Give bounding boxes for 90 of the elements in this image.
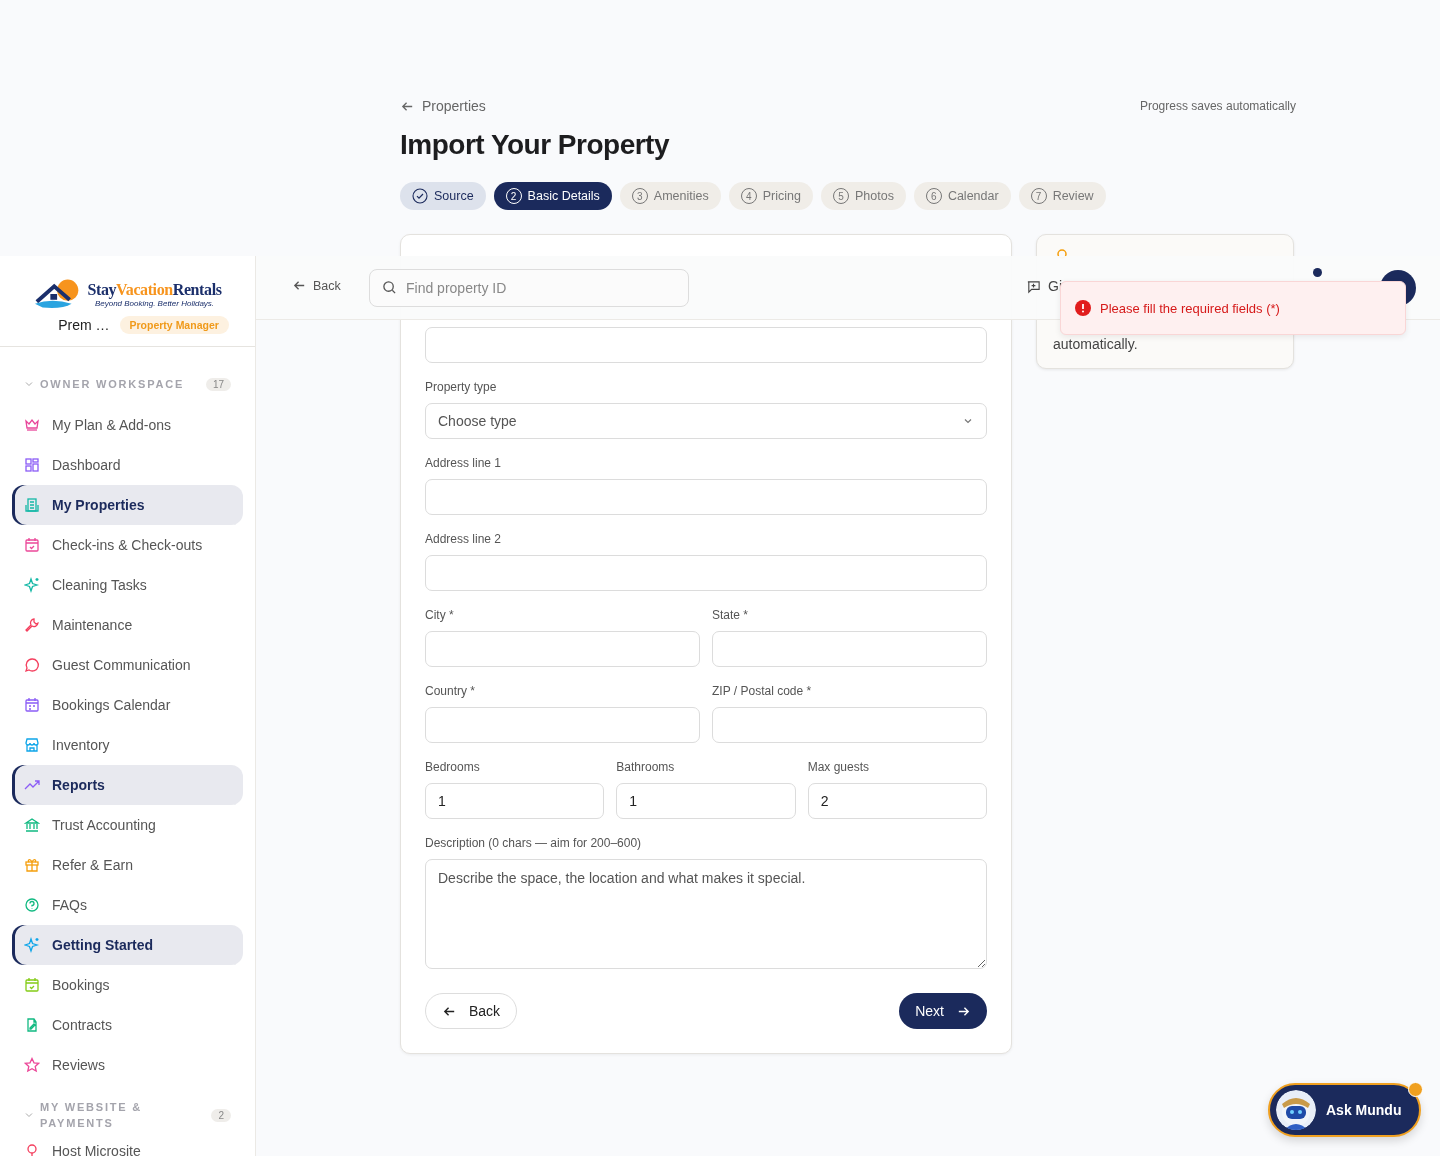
input-field[interactable] <box>425 707 700 743</box>
nav-item[interactable]: Dashboard <box>12 445 243 485</box>
field-label: Max guests <box>807 759 870 775</box>
nav-item[interactable]: Cleaning Tasks <box>12 565 243 605</box>
page-title: Import Your Property <box>400 128 671 162</box>
field-label: Property type <box>425 379 498 395</box>
nav-item[interactable]: Check-ins & Check-outs <box>12 525 243 565</box>
count-badge: 2 <box>211 1108 231 1122</box>
nav-item[interactable]: Maintenance <box>12 605 243 645</box>
message-plus-icon <box>1026 278 1041 294</box>
input-field[interactable] <box>425 555 987 591</box>
search-field[interactable]: Find property ID <box>369 269 689 307</box>
star-icon <box>24 1057 40 1073</box>
field-label: Country * <box>425 683 477 699</box>
bank-icon <box>24 817 40 833</box>
field-label: State * <box>712 607 750 623</box>
section-title: OWNER WORKSPACE <box>40 377 186 392</box>
step-tab[interactable]: 2 Basic Details <box>493 182 612 210</box>
field-label: ZIP / Postal code * <box>712 683 813 699</box>
user-name: Prem … <box>58 317 110 333</box>
nav-item[interactable]: Inventory <box>12 725 243 765</box>
pin-icon <box>24 1143 40 1156</box>
nav-item[interactable]: Refer & Earn <box>12 845 243 885</box>
nav-item[interactable]: FAQs <box>12 885 243 925</box>
input-field[interactable] <box>425 327 987 363</box>
input-field[interactable] <box>425 479 987 515</box>
grid-icon <box>24 457 40 473</box>
step-tab[interactable]: 4 Pricing <box>728 182 813 210</box>
wrench-icon <box>24 617 40 633</box>
select-field[interactable]: Choose type <box>425 403 987 439</box>
building-icon <box>24 497 40 513</box>
field-label: Address line 2 <box>425 531 503 547</box>
step-tab[interactable]: 6 Calendar <box>913 182 1011 210</box>
nav-item[interactable]: Getting Started <box>12 925 243 965</box>
toast-message: Please fill the required fields (*) <box>1100 300 1280 316</box>
step-tab[interactable]: 5 Photos <box>820 182 906 210</box>
info-text: automatically. <box>1053 336 1138 352</box>
search-icon <box>382 280 397 295</box>
autosave-note: Progress saves automatically <box>1139 99 1296 113</box>
step-tab[interactable]: Source <box>400 182 486 210</box>
logo-word: Vacation <box>116 280 173 298</box>
store-icon <box>24 737 40 753</box>
count-badge: 17 <box>205 377 231 391</box>
input-field[interactable] <box>712 631 987 667</box>
gift-icon <box>24 857 40 873</box>
nav-item[interactable]: Host Microsite <box>12 1131 243 1156</box>
section-title: MY WEBSITE & PAYMENTS <box>40 1100 144 1131</box>
input-field[interactable] <box>425 631 700 667</box>
field-label: Address line 1 <box>425 455 503 471</box>
input-field[interactable]: 1 <box>425 783 605 819</box>
assistant-button[interactable]: Ask Mundu <box>1268 1083 1421 1137</box>
step-tab[interactable]: 7 Review <box>1018 182 1106 210</box>
field-label: Bathrooms <box>616 759 676 775</box>
help-icon <box>24 897 40 913</box>
crown-icon <box>24 417 40 433</box>
calendar-icon <box>24 697 40 713</box>
check-circle-icon <box>412 188 428 204</box>
calendar-check-icon <box>24 537 40 553</box>
nav-item[interactable]: Bookings <box>12 965 243 1005</box>
chat-icon <box>24 657 40 673</box>
properties-link[interactable]: Properties <box>400 98 486 114</box>
circle-icon <box>1057 249 1067 259</box>
field-label: City * <box>425 607 455 623</box>
back-button[interactable]: Back <box>425 993 518 1029</box>
alert-icon <box>1075 300 1091 316</box>
sparkle-icon <box>24 577 40 593</box>
step-tab[interactable]: 3 Amenities <box>619 182 721 210</box>
nav-item[interactable]: Reports <box>12 765 243 805</box>
nav-item[interactable]: Trust Accounting <box>12 805 243 845</box>
logo-word: Rentals <box>172 280 222 298</box>
calendar-check-icon <box>24 977 40 993</box>
sparkle-icon <box>24 937 40 953</box>
nav-item[interactable]: Contracts <box>12 1005 243 1045</box>
input-field[interactable]: 1 <box>616 783 796 819</box>
nav-item[interactable]: Bookings Calendar <box>12 685 243 725</box>
field-label: Bedrooms <box>425 759 481 775</box>
nav-item[interactable]: Guest Communication <box>12 645 243 685</box>
doc-icon <box>24 1017 40 1033</box>
logo-tagline: Beyond Booking. Better Holidays. <box>94 298 215 308</box>
nav-item[interactable]: My Properties <box>12 485 243 525</box>
nav-item[interactable]: Reviews <box>12 1045 243 1085</box>
description-field[interactable]: Describe the space, the location and what makes it special. <box>425 859 987 969</box>
next-button[interactable]: Next <box>899 993 987 1029</box>
input-field[interactable]: 2 <box>807 783 987 819</box>
role-badge: Property Manager <box>119 316 229 334</box>
logo-word: Stay <box>87 280 117 298</box>
input-field[interactable] <box>712 707 987 743</box>
field-label: Description (0 chars — aim for 200–600) <box>425 835 643 851</box>
back-link[interactable]: Back <box>292 278 341 293</box>
nav-item[interactable]: My Plan & Add-ons <box>12 405 243 445</box>
